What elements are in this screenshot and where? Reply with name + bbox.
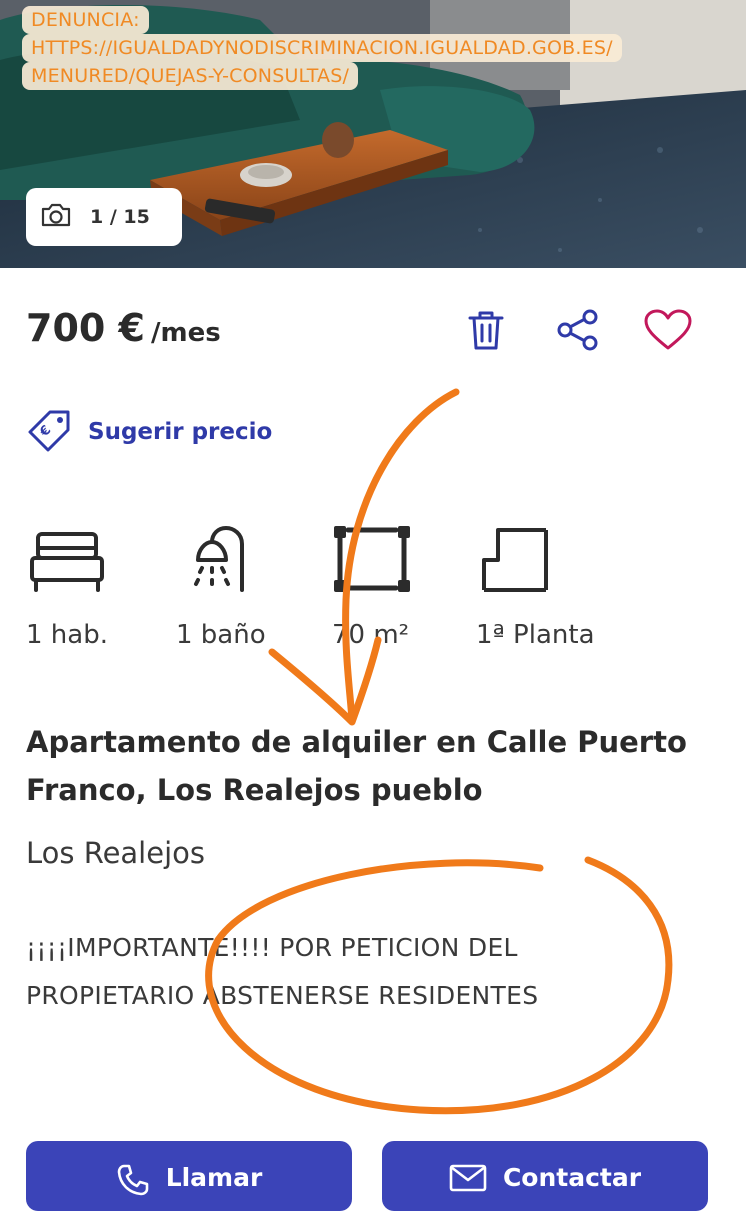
price-tag-icon: € bbox=[26, 406, 74, 458]
photo-counter[interactable]: 1 / 15 bbox=[26, 188, 182, 246]
favorite-button[interactable] bbox=[642, 306, 694, 358]
heart-icon bbox=[643, 308, 693, 356]
listing-title[interactable]: Apartamento de alquiler en Calle Puerto … bbox=[26, 718, 726, 814]
feature-label: 1ª Planta bbox=[476, 620, 595, 650]
call-button-label: Llamar bbox=[165, 1163, 263, 1192]
floor-icon bbox=[476, 524, 556, 598]
complaint-overlay: DENUNCIA: HTTPS://IGUALDADYNODISCRIMINAC… bbox=[22, 6, 622, 90]
camera-icon bbox=[40, 202, 72, 233]
share-icon bbox=[555, 308, 601, 356]
envelope-icon bbox=[449, 1163, 487, 1211]
suggest-price-label: Sugerir precio bbox=[88, 419, 273, 445]
share-button[interactable] bbox=[552, 306, 604, 358]
phone-icon bbox=[116, 1163, 150, 1211]
photo-gallery[interactable]: DENUNCIA: HTTPS://IGUALDADYNODISCRIMINAC… bbox=[0, 0, 746, 268]
svg-text:€: € bbox=[37, 423, 55, 441]
delete-button[interactable] bbox=[460, 306, 512, 358]
description-line: ¡¡¡¡IMPORTANTE!!!! POR PETICION DEL bbox=[26, 933, 518, 962]
shower-icon bbox=[176, 524, 258, 598]
suggest-price-link[interactable]: € Sugerir precio bbox=[26, 406, 272, 458]
feature-floor: 1ª Planta bbox=[476, 528, 595, 650]
overlay-line: DENUNCIA: bbox=[22, 6, 149, 34]
price-unit: /mes bbox=[151, 318, 221, 348]
contact-button-label: Contactar bbox=[502, 1163, 642, 1192]
feature-label: 1 hab. bbox=[26, 620, 108, 650]
bed-icon bbox=[26, 530, 108, 598]
feature-area: 70 m² bbox=[332, 526, 412, 650]
overlay-line: HTTPS://IGUALDADYNODISCRIMINACION.IGUALD… bbox=[22, 34, 622, 62]
trash-icon bbox=[464, 308, 508, 356]
feature-bedrooms: 1 hab. bbox=[26, 528, 108, 650]
description-line: PROPIETARIO ABSTENERSE RESIDENTES bbox=[26, 981, 539, 1010]
listing-description: ¡¡¡¡IMPORTANTE!!!! POR PETICION DEL PROP… bbox=[26, 924, 706, 1020]
price-amount: 700 € bbox=[26, 306, 145, 350]
contact-button[interactable]: Contactar bbox=[382, 1141, 708, 1211]
area-icon bbox=[332, 524, 412, 598]
listing-location: Los Realejos bbox=[26, 836, 205, 870]
photo-counter-text: 1 / 15 bbox=[90, 206, 150, 228]
call-button[interactable]: Llamar bbox=[26, 1141, 352, 1211]
feature-bathrooms: 1 baño bbox=[176, 525, 266, 650]
price: 700 €/mes bbox=[26, 306, 221, 350]
feature-label: 70 m² bbox=[332, 620, 410, 650]
feature-label: 1 baño bbox=[176, 620, 266, 650]
overlay-line: MENURED/QUEJAS-Y-CONSULTAS/ bbox=[22, 62, 359, 90]
